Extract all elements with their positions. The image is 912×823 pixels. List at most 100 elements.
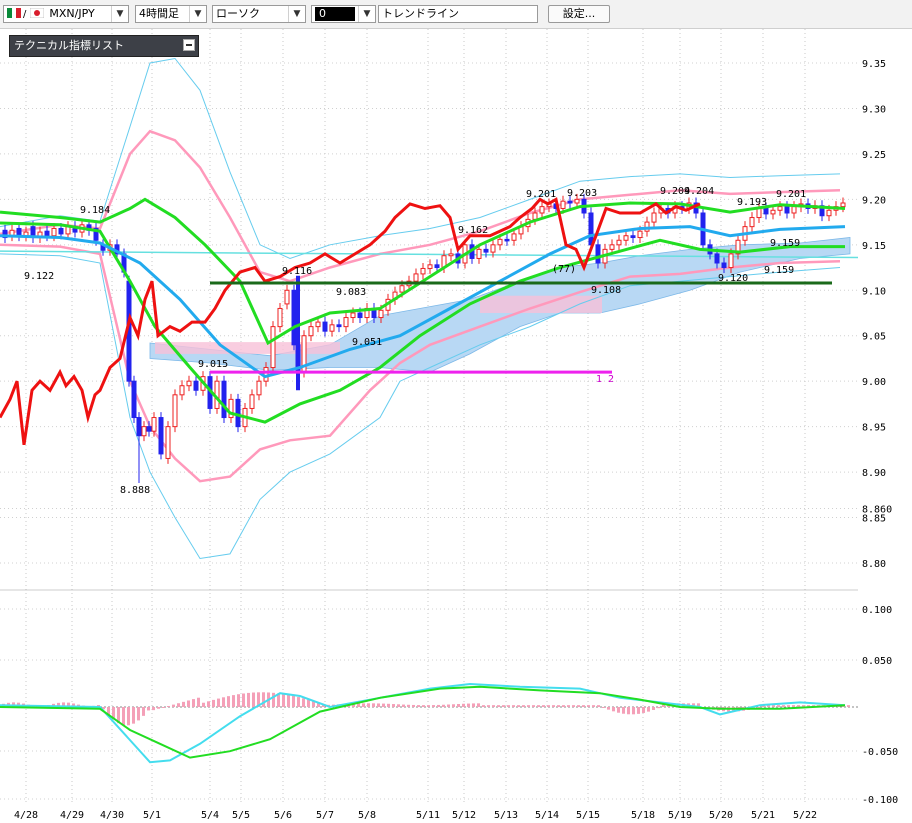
candle-body [616,239,622,246]
candle-body [343,317,349,328]
candle-body [277,307,283,328]
osc-histogram-bar [787,705,790,707]
date-label: 5/20 [709,810,733,821]
osc-histogram-bar [122,707,125,726]
date-label: 5/7 [316,810,334,821]
osc-histogram-bar [607,707,610,710]
candle-body [630,235,636,239]
osc-histogram-bar [462,703,465,707]
osc-histogram-bar [612,707,615,712]
mexico-flag-icon [7,7,21,18]
price-annotation: 9.122 [24,271,54,282]
date-label: 5/21 [751,810,775,821]
candle-body [567,200,573,204]
osc-histogram-bar [242,693,245,707]
osc-histogram-bar [547,705,550,707]
osc-histogram-bar [162,707,165,708]
indicator-list-title: テクニカル指標リスト [14,39,124,52]
osc-histogram-bar [157,707,160,709]
osc-histogram-bar [562,705,565,707]
candle-body [476,248,482,259]
osc-histogram-bar [532,705,535,707]
candle-body [58,227,64,235]
candle-body [336,324,342,328]
date-label: 5/4 [201,810,219,821]
osc-histogram-bar [232,695,235,707]
osc-tick-label: -0.050 [862,747,898,758]
minimize-icon[interactable] [183,39,195,51]
candle-body [51,227,57,237]
osc-histogram-bar [197,697,200,707]
candle-body [749,217,755,228]
osc-histogram-bar [167,705,170,707]
tool-select[interactable]: 0 ▼ [311,5,376,23]
osc-histogram-bar [222,697,225,707]
candle-body [490,244,496,253]
settings-button[interactable]: 設定... [548,5,610,23]
candle-body [637,230,643,239]
technical-indicator-list[interactable]: テクニカル指標リスト [9,35,199,57]
candle-body [357,312,363,319]
chevron-down-icon: ▼ [111,6,128,22]
candle-body [728,253,734,269]
osc-histogram-bar [182,701,185,707]
symbol-select[interactable]: / MXN/JPY ▼ [3,5,129,23]
candle-body [784,206,790,214]
candle-body [16,227,22,237]
price-tick-label: 8.90 [862,468,886,479]
osc-histogram-bar [362,703,365,707]
candle-body [221,380,227,419]
candle-body [539,206,545,214]
osc-tick-label: 0.050 [862,656,892,667]
osc-histogram-bar [187,700,190,707]
candle-body [651,212,657,223]
price-annotation: 9.159 [770,238,800,249]
osc-histogram-bar [372,703,375,707]
candle-body [791,206,797,214]
osc-histogram-bar [302,698,305,707]
date-label: 5/8 [358,810,376,821]
timeframe-select[interactable]: 4時間足 ▼ [135,5,207,23]
symbol-label: MXN/JPY [49,7,95,20]
price-annotation: 8.888 [120,485,150,496]
osc-histogram-bar [377,703,380,707]
price-tick-label: 9.20 [862,195,886,206]
osc-histogram-bar [422,705,425,707]
chart-style-select[interactable]: ローソク ▼ [212,5,306,23]
lagging-span [0,197,701,446]
price-annotation: 9.116 [282,266,312,277]
osc-histogram-bar [602,707,605,708]
date-label: 5/18 [631,810,655,821]
price-axis: 9.35 9.30 9.25 9.20 9.15 9.10 9.05 9.00 8.95 8.90… [862,59,898,806]
candle-body [420,267,426,275]
osc-histogram-bar [247,692,250,707]
osc-histogram-bar [427,705,430,707]
candle-body [158,417,164,455]
price-annotation: 9.201 [526,189,556,200]
price-tick-label: 9.15 [862,241,886,252]
candle-body [777,206,783,211]
osc-histogram-bar [152,707,155,711]
drawing-tool-field[interactable]: トレンドライン [378,5,538,23]
chevron-down-icon: ▼ [189,6,206,22]
osc-histogram-bar [637,707,640,714]
osc-histogram-bar [507,705,510,707]
osc-histogram-bar [137,707,140,721]
osc-histogram-bar [217,698,220,707]
osc-histogram-bar [212,699,215,707]
price-chart[interactable]: 9.184 9.122 8.888 9.015 9.116 9.083 9.051 9.162… [0,29,912,823]
osc-histogram-bar [432,705,435,707]
chevron-down-icon: ▼ [288,6,305,22]
osc-histogram-bar [592,705,595,707]
osc-tick-label: -0.100 [862,795,898,806]
candle-body [315,321,321,328]
osc-histogram-bar [447,704,450,707]
osc-histogram-bar [622,707,625,714]
candle-body [714,253,720,264]
osc-histogram-bar [492,705,495,707]
candle-body [179,385,185,396]
candle-body [146,426,152,432]
osc-histogram-bar [557,705,560,707]
settings-label: 設定... [562,7,596,20]
candle-body [284,289,290,305]
